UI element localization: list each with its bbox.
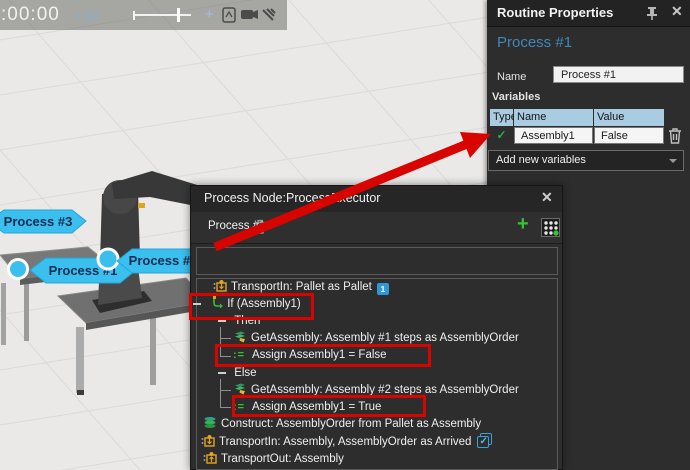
- tree-item-label: Then: [234, 315, 260, 327]
- close-icon[interactable]: ✕: [671, 3, 683, 20]
- add-variables-dropdown[interactable]: Add new variables: [488, 150, 684, 171]
- tree-item-label: Assign Assembly1 = False: [252, 349, 387, 361]
- simulation-time: :00:00: [1, 4, 60, 26]
- tree-item-transportin-assembly[interactable]: TransportIn: Assembly, AssemblyOrder as …: [201, 434, 489, 450]
- statement-toolbar: [196, 247, 558, 275]
- tree-item-label: GetAssembly: Assembly #2 steps as Assemb…: [251, 384, 519, 396]
- get-assembly-icon: [233, 330, 247, 343]
- grid-view-icon[interactable]: [541, 218, 560, 237]
- variable-name-cell[interactable]: Assembly1: [514, 127, 593, 144]
- collapse-icon[interactable]: [218, 313, 226, 329]
- routine-name-input[interactable]: [553, 66, 684, 83]
- process-label-2-text: Process #2: [129, 253, 198, 268]
- tree-item-label: TransportIn: Assembly, AssemblyOrder as …: [219, 436, 471, 448]
- dropdown-caret-icon: [669, 159, 677, 163]
- tree-item-label: TransportOut: Assembly: [221, 453, 344, 465]
- tree-item-label: Else: [234, 367, 256, 379]
- tree-item-label: If (Assembly1): [227, 298, 301, 310]
- col-header-type: Type: [490, 109, 513, 126]
- variables-label: Variables: [492, 91, 540, 103]
- tree-connector: [220, 356, 231, 357]
- process-label-3-text: Process #3: [4, 214, 73, 229]
- tree-item-assign-false[interactable]: :=Assign Assembly1 = False: [233, 347, 387, 363]
- tree-item-getassembly-2[interactable]: GetAssembly: Assembly #2 steps as Assemb…: [233, 382, 519, 398]
- tree-item-assign-true[interactable]: :=Assign Assembly1 = True: [233, 399, 381, 415]
- process-label-3[interactable]: Process #3: [0, 210, 86, 233]
- assign-icon: :=: [233, 399, 249, 415]
- transport-in-icon: [213, 279, 227, 292]
- simulation-speed[interactable]: × 10: [74, 9, 98, 23]
- tree-item-transportin-pallet[interactable]: TransportIn: Pallet as Pallet 1: [213, 279, 389, 295]
- tree-item-construct[interactable]: Construct: AssemblyOrder from Pallet as …: [203, 416, 481, 432]
- if-branch-icon: [209, 296, 223, 309]
- transport-out-icon: [203, 451, 217, 464]
- tree-item-label: GetAssembly: Assembly #1 steps as Assemb…: [251, 332, 519, 344]
- tree-item-getassembly-1[interactable]: GetAssembly: Assembly #1 steps as Assemb…: [233, 330, 519, 346]
- add-routine-button[interactable]: +: [517, 213, 529, 236]
- trash-icon[interactable]: [253, 219, 267, 235]
- routine-tab-bar: Process #1 +: [191, 212, 562, 244]
- feather-icon[interactable]: [261, 7, 277, 24]
- transport-in-icon: [201, 434, 215, 447]
- tree-item-else[interactable]: Else: [218, 365, 257, 381]
- name-label: Name: [497, 71, 526, 83]
- tree-item-then[interactable]: Then: [218, 313, 260, 329]
- pin-icon[interactable]: [645, 6, 659, 21]
- tree-item-label: Assign Assembly1 = True: [252, 401, 381, 413]
- pdf-export-icon[interactable]: [222, 7, 237, 24]
- app-window: Process #3 Process #1 Process #2 :00:00 …: [0, 0, 690, 470]
- panel-title: Routine Properties: [497, 5, 613, 20]
- close-icon[interactable]: ✕: [541, 189, 553, 206]
- collapse-icon[interactable]: [193, 296, 201, 312]
- add-variables-label: Add new variables: [496, 154, 586, 166]
- tree-item-label: Construct: AssemblyOrder from Pallet as …: [221, 418, 481, 430]
- process-point[interactable]: [9, 260, 28, 279]
- process-point[interactable]: [98, 249, 118, 269]
- col-header-value: Value: [594, 109, 664, 126]
- collapse-icon[interactable]: [218, 365, 226, 381]
- get-assembly-icon: [233, 382, 247, 395]
- tree-item-transportout[interactable]: TransportOut: Assembly: [203, 451, 344, 467]
- process-node-dialog: Process Node:ProcessExecutor ✕ Process #…: [190, 185, 563, 470]
- product-badge-icon: 1: [377, 283, 389, 295]
- tree-item-label: TransportIn: Pallet as Pallet: [231, 281, 372, 293]
- check-glyph: ✓: [479, 434, 487, 450]
- tree-connector: [220, 390, 231, 391]
- tree-connector: [220, 379, 221, 408]
- panel-title-bar: Routine Properties ✕: [487, 0, 690, 27]
- tree-connector: [220, 327, 221, 357]
- tree-connector: [220, 407, 231, 408]
- simulation-toolbar: :00:00 × 10 +: [0, 0, 287, 30]
- tree-item-if[interactable]: If (Assembly1): [193, 296, 301, 312]
- col-header-name: Name: [514, 109, 593, 126]
- tree-connector: [220, 338, 231, 339]
- variable-value-cell[interactable]: False: [594, 127, 664, 144]
- checkmark-icon: ✓: [490, 127, 513, 144]
- checkbox-badge-icon: ✓: [477, 436, 489, 448]
- speed-increase-icon[interactable]: +: [205, 6, 214, 23]
- construct-icon: [203, 416, 217, 429]
- routine-heading: Process #1: [497, 34, 572, 51]
- dialog-title: Process Node:ProcessExecutor: [204, 191, 380, 205]
- speed-slider-handle[interactable]: [177, 8, 180, 22]
- assign-icon: :=: [233, 347, 249, 363]
- speed-slider[interactable]: [133, 14, 191, 16]
- dialog-title-bar: Process Node:ProcessExecutor ✕: [191, 186, 562, 213]
- trash-icon[interactable]: [667, 127, 683, 145]
- record-video-icon[interactable]: [240, 7, 260, 23]
